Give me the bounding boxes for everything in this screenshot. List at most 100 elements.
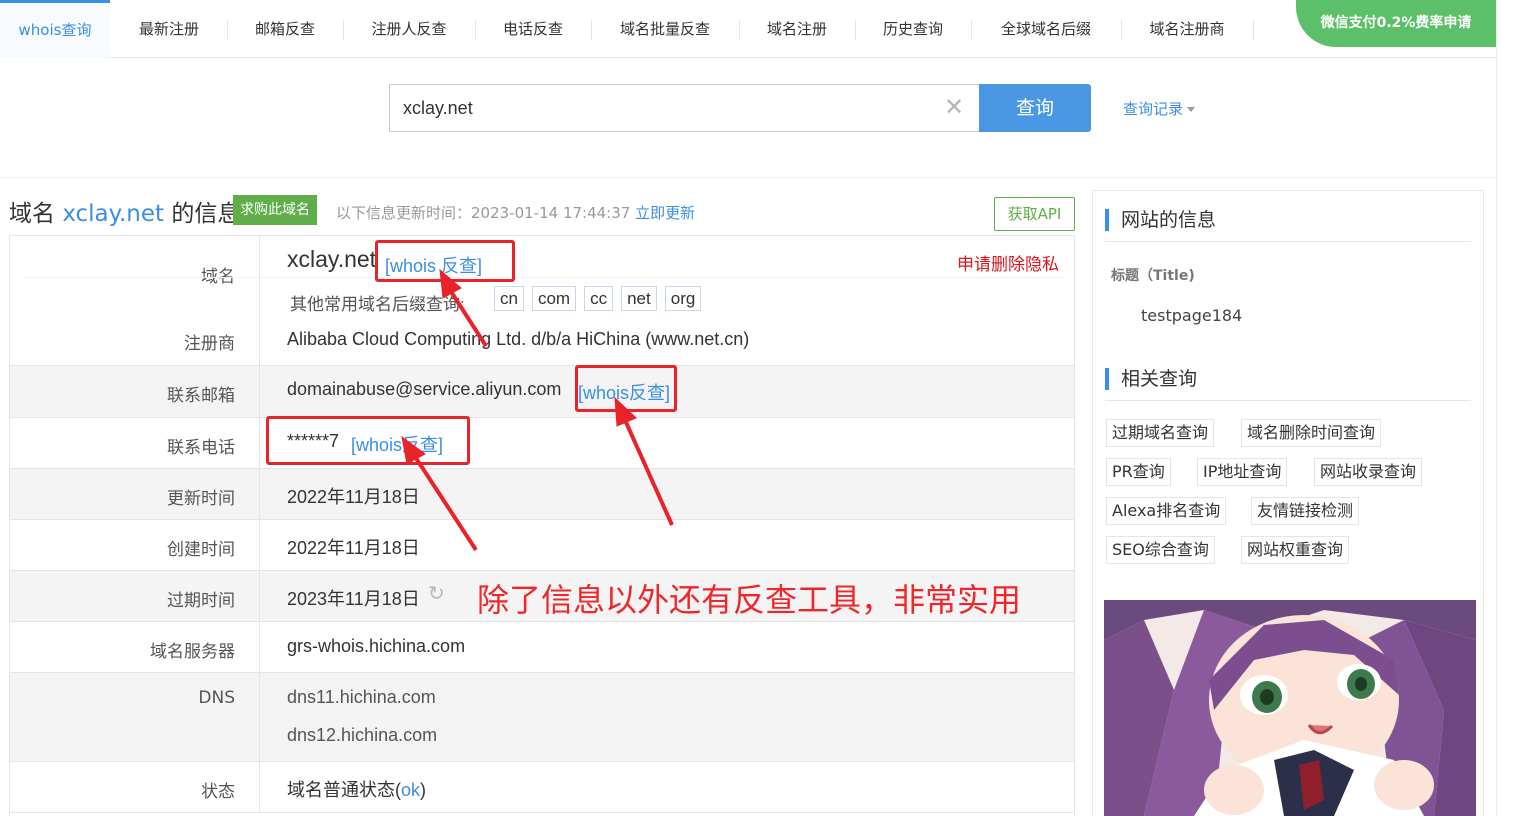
expires-value: 2023年11月18日 [287, 589, 420, 609]
dns-value-2: dns12.hichina.com [287, 725, 438, 745]
wechat-pay-promo[interactable]: 微信支付0.2%费率申请 [1296, 0, 1496, 47]
page-title: 域名 xclay.net 的信息 [9, 194, 240, 228]
updated-value: 2022年11月18日 [287, 487, 420, 507]
tab-email-reverse[interactable]: 邮箱反查 [231, 0, 339, 58]
tab-phone-reverse[interactable]: 电话反查 [479, 0, 587, 58]
nav-divider [475, 20, 476, 40]
sidebar-divider [1105, 241, 1471, 242]
related-ip-query[interactable]: IP地址查询 [1197, 458, 1288, 486]
nav-divider [591, 20, 592, 40]
table-row-updated: 更新时间 2022年11月18日 [10, 469, 1074, 520]
nav-divider [343, 20, 344, 40]
tld-net-link[interactable]: net [621, 286, 657, 311]
other-tld-label: 其他常用域名后缀查询: [290, 295, 465, 314]
row-label: 联系邮箱 [10, 366, 260, 417]
tab-history[interactable]: 历史查询 [859, 0, 967, 58]
tld-links: cn com cc net org [494, 286, 709, 311]
history-label: 查询记录 [1123, 100, 1184, 118]
nav-divider [1121, 20, 1122, 40]
tld-cn-link[interactable]: cn [494, 286, 524, 311]
tld-cc-link[interactable]: cc [584, 286, 614, 311]
registrar-value: Alibaba Cloud Computing Ltd. d/b/a HiChi… [287, 329, 750, 349]
related-domain-delete-time[interactable]: 域名删除时间查询 [1241, 419, 1382, 447]
status-suffix: ) [420, 780, 427, 800]
status-value: 域名普通状态(ok) [287, 776, 426, 802]
domain-label: 域名 [201, 267, 235, 287]
related-alexa-rank[interactable]: Alexa排名查询 [1106, 497, 1227, 525]
table-row-email: 联系邮箱 domainabuse@service.aliyun.com [who… [10, 366, 1074, 418]
update-time-label: 以下信息更新时间：2023-01-14 17:44:37 [336, 204, 631, 222]
dns-value-1: dns11.hichina.com [287, 687, 436, 707]
row-label: DNS [10, 673, 260, 761]
nav-divider [971, 20, 972, 40]
related-expired-domains[interactable]: 过期域名查询 [1106, 419, 1215, 447]
nav-divider [739, 20, 740, 40]
anime-girl-illustration [1104, 600, 1476, 816]
status-code-link[interactable]: ok [401, 780, 420, 800]
created-label: 创建时间 [167, 540, 235, 560]
site-info-heading: 网站的信息 [1105, 209, 1216, 231]
nameserver-value: grs-whois.hichina.com [287, 636, 466, 656]
nav-divider [855, 20, 856, 40]
domain-value: xclay.net [287, 246, 377, 272]
tld-com-link[interactable]: com [531, 286, 577, 311]
nav-divider [227, 20, 228, 40]
top-nav: whois查询 最新注册 邮箱反查 注册人反查 电话反查 域名批量反查 域名注册… [0, 0, 1496, 58]
table-row-domain: 域名 注册商 xclay.net [whois 反查] 申请删除隐私 其他常用域名… [10, 236, 1074, 366]
table-row-nameserver: 域名服务器 grs-whois.hichina.com [10, 622, 1074, 673]
related-queries-heading: 相关查询 [1105, 368, 1197, 390]
expires-label: 过期时间 [167, 591, 235, 611]
related-seo-query[interactable]: SEO综合查询 [1106, 536, 1215, 564]
buy-domain-button[interactable]: 求购此域名 [233, 195, 317, 225]
search-input[interactable] [389, 84, 979, 132]
update-time: 以下信息更新时间：2023-01-14 17:44:37 立即更新 [336, 202, 695, 223]
get-api-button[interactable]: 获取API [994, 197, 1075, 231]
table-row-status: 状态 域名普通状态(ok) [10, 762, 1074, 813]
table-row-created: 创建时间 2022年11月18日 [10, 520, 1074, 571]
site-screenshot-image [1104, 600, 1476, 816]
row-label: 状态 [10, 762, 260, 812]
tld-org-link[interactable]: org [664, 286, 702, 311]
tab-domain-register[interactable]: 域名注册 [743, 0, 851, 58]
remove-privacy-link[interactable]: 申请删除隐私 [957, 250, 1059, 275]
tab-new-registrations[interactable]: 最新注册 [115, 0, 223, 58]
email-label: 联系邮箱 [167, 386, 235, 406]
email-value: domainabuse@service.aliyun.com [287, 379, 562, 399]
related-weight-query[interactable]: 网站权重查询 [1241, 536, 1350, 564]
close-icon[interactable]: ✕ [941, 94, 967, 120]
annotation-box-domain [375, 240, 515, 282]
row-label: 域名注册商 [10, 236, 260, 365]
phone-label: 联系电话 [167, 438, 235, 458]
site-title-label: 标题（Title) [1111, 268, 1195, 284]
row-label: 联系电话 [10, 418, 260, 468]
tab-registrant-reverse[interactable]: 注册人反查 [347, 0, 471, 58]
refresh-now-link[interactable]: 立即更新 [635, 204, 695, 222]
annotation-box-phone [266, 416, 470, 465]
whois-info-table: 域名 注册商 xclay.net [whois 反查] 申请删除隐私 其他常用域名… [9, 235, 1075, 816]
tab-global-tlds[interactable]: 全球域名后缀 [975, 0, 1117, 58]
annotation-box-email [575, 365, 677, 412]
table-row-dns: DNS dns11.hichina.com dns12.hichina.com [10, 673, 1074, 762]
status-label: 状态 [201, 782, 235, 802]
nav-divider [1253, 20, 1254, 40]
query-history-dropdown[interactable]: 查询记录 [1123, 98, 1196, 119]
sidebar-divider [1105, 400, 1471, 401]
dns-label: DNS [198, 688, 235, 708]
nameserver-label: 域名服务器 [150, 642, 235, 662]
title-prefix: 域名 [9, 201, 55, 227]
tab-batch-reverse[interactable]: 域名批量反查 [595, 0, 735, 58]
row-divider [26, 277, 1062, 278]
title-suffix: 的信息 [171, 201, 241, 227]
table-row-phone: 联系电话 ******7 [whois反查] [10, 418, 1074, 469]
related-index-query[interactable]: 网站收录查询 [1314, 458, 1423, 486]
related-pr-query[interactable]: PR查询 [1106, 458, 1171, 486]
search-button[interactable]: 查询 [979, 84, 1091, 132]
title-domain: xclay.net [62, 201, 165, 227]
related-friend-links[interactable]: 友情链接检测 [1251, 497, 1360, 525]
search-area: ✕ 查询 查询记录 [0, 58, 1496, 178]
row-label: 过期时间 [10, 571, 260, 621]
registrar-label: 注册商 [184, 334, 235, 354]
tab-whois-query[interactable]: whois查询 [0, 0, 110, 58]
tab-registrars[interactable]: 域名注册商 [1125, 0, 1249, 58]
refresh-icon[interactable]: ↻ [428, 581, 445, 606]
